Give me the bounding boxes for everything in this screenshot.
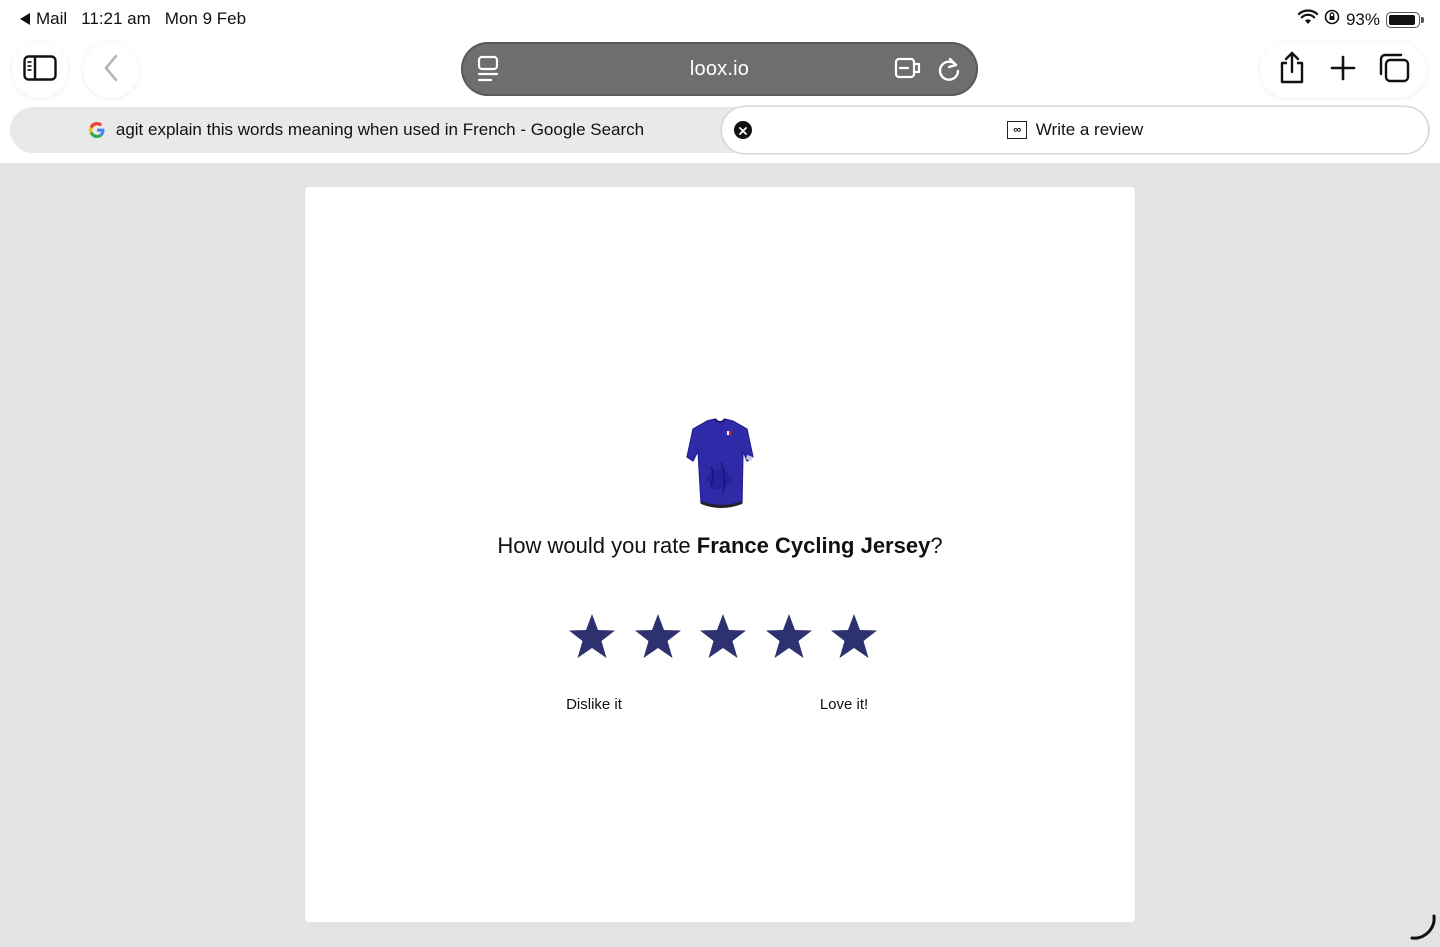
question-suffix: ? — [930, 533, 943, 558]
tabs-icon — [1378, 53, 1410, 88]
back-app-label: Mail — [36, 9, 68, 28]
toolbar-right-group — [1260, 42, 1426, 98]
product-name: France Cycling Jersey — [696, 533, 931, 558]
web-viewport: How would you rate France Cycling Jersey… — [0, 163, 1440, 946]
reload-icon[interactable] — [936, 55, 962, 88]
status-time: 11:21 am — [81, 9, 151, 28]
share-button[interactable] — [1268, 46, 1316, 94]
star-4-button[interactable] — [765, 613, 813, 659]
tab-title: Write a review — [1035, 120, 1144, 139]
question-prefix: How would you rate — [497, 533, 697, 558]
back-triangle-icon — [20, 13, 30, 25]
star-icon — [830, 613, 878, 659]
rating-high-label: Love it! — [819, 696, 869, 713]
tabs-overview-button[interactable] — [1370, 46, 1418, 94]
star-icon — [765, 613, 813, 659]
tab-write-review[interactable]: ∞ Write a review — [722, 107, 1428, 153]
wifi-icon — [1297, 9, 1319, 30]
review-card: How would you rate France Cycling Jersey… — [305, 187, 1135, 922]
back-to-app-link[interactable]: Mail — [20, 9, 67, 29]
extension-icon[interactable] — [894, 56, 922, 85]
plus-icon — [1330, 55, 1356, 86]
star-icon — [634, 613, 682, 659]
new-tab-button[interactable] — [1319, 46, 1367, 94]
star-1-button[interactable] — [568, 613, 616, 659]
loading-spinner-icon — [1408, 912, 1438, 942]
share-icon — [1278, 51, 1306, 90]
back-button[interactable] — [83, 42, 139, 98]
tab-bar-track: agit explain this words meaning when use… — [10, 107, 1430, 153]
chevron-left-icon — [103, 54, 119, 87]
google-favicon-icon — [88, 121, 106, 139]
tab-close-button[interactable] — [734, 121, 752, 139]
star-icon — [568, 613, 616, 659]
star-icon — [699, 613, 747, 659]
battery-cap — [1421, 16, 1424, 23]
rating-question: How would you rate France Cycling Jersey… — [305, 533, 1135, 559]
sidebar-icon — [23, 54, 57, 86]
battery-percent: 93% — [1345, 9, 1380, 29]
tab-bar: agit explain this words meaning when use… — [0, 100, 1440, 163]
loox-favicon-icon: ∞ — [1006, 121, 1027, 139]
status-left: Mail 11:21 am Mon 9 Feb — [20, 9, 246, 29]
address-bar[interactable]: loox.io — [461, 42, 978, 96]
battery-icon — [1386, 11, 1424, 28]
tab-google-search[interactable]: agit explain this words meaning when use… — [10, 107, 722, 153]
star-2-button[interactable] — [634, 613, 682, 659]
status-right: 93% — [1297, 9, 1424, 30]
rating-low-label: Dislike it — [566, 696, 622, 713]
status-date: Mon 9 Feb — [164, 9, 247, 28]
tab-title: agit explain this words meaning when use… — [115, 120, 645, 139]
orientation-lock-icon — [1324, 9, 1340, 30]
star-rating — [568, 611, 878, 661]
star-3-button[interactable] — [699, 613, 747, 659]
close-icon — [739, 120, 747, 140]
sidebar-toggle-button[interactable] — [12, 42, 68, 98]
status-bar: Mail 11:21 am Mon 9 Feb 93% — [0, 0, 1440, 40]
product-image — [685, 417, 755, 511]
battery-fill — [1389, 14, 1416, 25]
star-5-button[interactable] — [830, 613, 878, 659]
browser-toolbar: loox.io — [0, 40, 1440, 100]
